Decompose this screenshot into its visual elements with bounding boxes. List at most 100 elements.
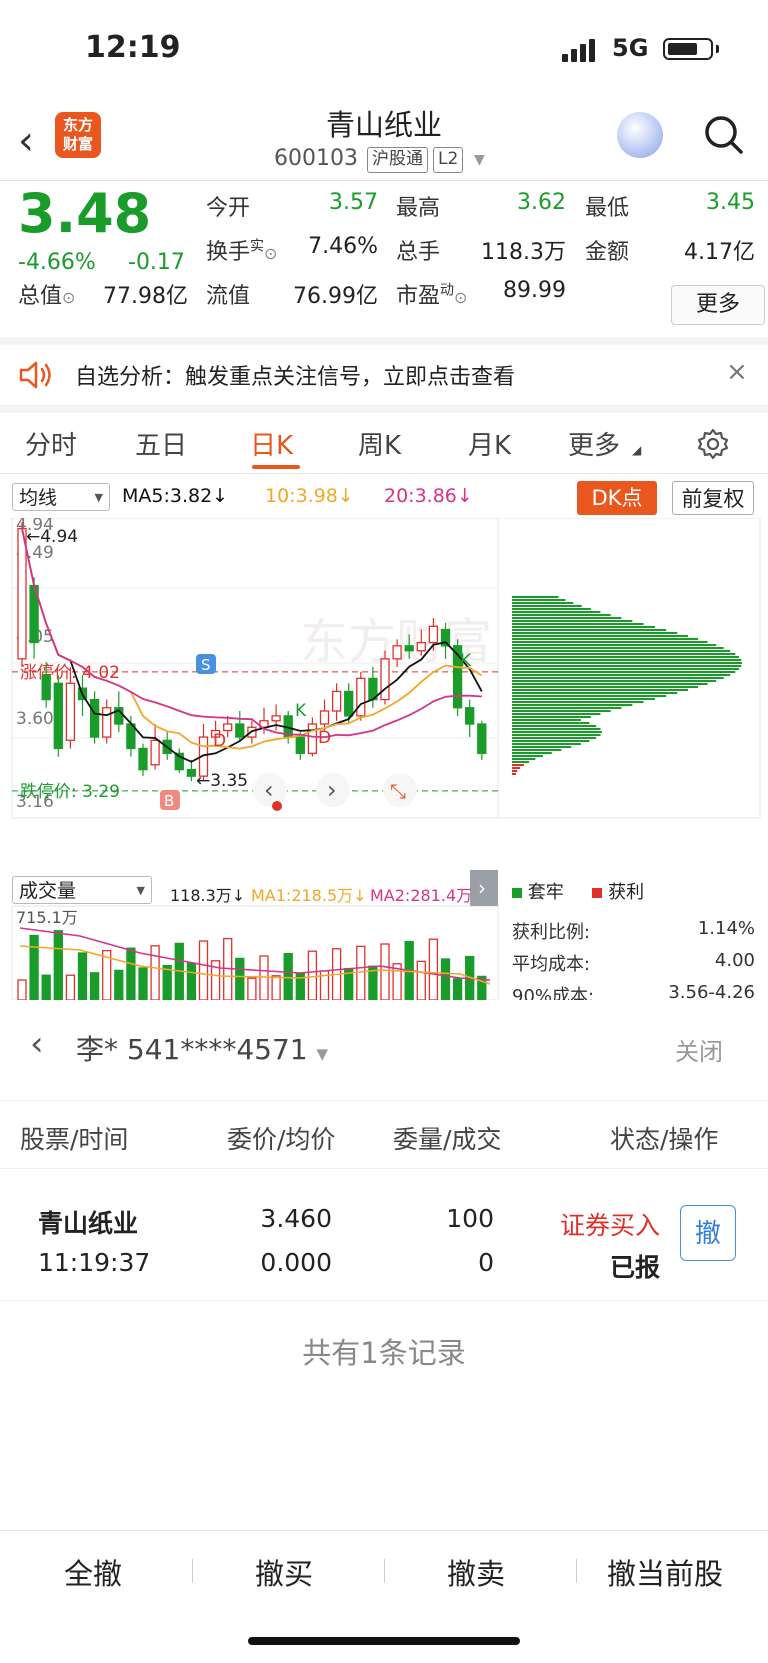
chip-stat-label: 获利比例: — [512, 922, 591, 943]
status-time: 12:19 — [85, 30, 181, 65]
chip-bar — [512, 638, 699, 640]
chart-nav-icon: › — [327, 776, 337, 804]
battery-icon — [663, 38, 713, 60]
cancel-all-button[interactable]: 全撤 — [64, 1551, 122, 1593]
chip-bar — [512, 671, 736, 673]
column-header: 委量/成交 — [393, 1125, 502, 1154]
high-price-label: ←4.94 — [26, 527, 78, 547]
indicator-select[interactable]: 均线 ▼ — [12, 483, 110, 511]
settings-gear-icon[interactable] — [696, 427, 730, 461]
status-bar: 12:19 5G — [0, 0, 768, 100]
order-status: 已报 — [609, 1253, 660, 1282]
cancel-sell-button[interactable]: 撤卖 — [447, 1551, 505, 1593]
stock-header: ‹ 东方 财富 青山纸业 600103 沪股通 L2 ▼ — [0, 100, 768, 181]
stat-value: 118.3万 — [481, 240, 566, 265]
candle-body — [295, 736, 305, 754]
chip-bar — [512, 665, 742, 667]
chip-bar — [512, 719, 581, 721]
chip-bar — [512, 656, 739, 658]
chevron-down-icon[interactable]: ▼ — [474, 152, 485, 168]
chip-stat-value: 4.00 — [714, 950, 755, 971]
more-stats-button[interactable]: 更多 — [671, 285, 765, 325]
column-header: 委价/均价 — [227, 1125, 336, 1154]
chip-bar — [512, 731, 602, 733]
ma5-value: MA5:3.82↓ — [122, 485, 229, 507]
tab-yuek[interactable]: 月K — [468, 425, 511, 462]
account-selector[interactable]: 李* 541****4571 ▼ — [76, 1028, 328, 1068]
chip-bar — [512, 698, 655, 700]
tag-l2: L2 — [433, 147, 464, 173]
chip-bar — [512, 704, 633, 706]
candle-body — [477, 723, 487, 754]
account-label: 李* 541****4571 — [76, 1033, 308, 1066]
limit-down-label: 跌停价: 3.29 — [20, 782, 120, 802]
dk-point-button[interactable]: DK点 — [577, 481, 657, 515]
bottom-action-bar: 全撤 撤买 撤卖 撤当前股 — [0, 1530, 768, 1606]
chip-bar — [512, 617, 622, 619]
divider — [384, 1559, 385, 1583]
k-marker: K — [295, 701, 307, 721]
period-tabs: 分时 五日 日K 周K 月K 更多 ◢ — [0, 413, 768, 474]
chip-bar — [512, 713, 601, 715]
candle-body — [428, 625, 439, 644]
cancel-buy-button[interactable]: 撤买 — [255, 1551, 313, 1593]
account-bar: ‹ 李* 541****4571 ▼ 关闭 — [0, 1000, 768, 1101]
volume-bar — [380, 943, 390, 1000]
analysis-notice[interactable]: 自选分析：触发重点关注信号，立即点击查看 × — [0, 345, 768, 413]
active-tab-underline — [252, 465, 300, 469]
d-marker: D — [213, 731, 226, 751]
tab-rik[interactable]: 日K — [250, 425, 293, 462]
volume-ma1: MA1:218.5万↓ — [251, 886, 367, 905]
back-icon[interactable]: ‹ — [30, 1024, 44, 1064]
order-row[interactable]: 青山纸业 11:19:37 3.460 0.000 100 0 证券买入 已报 … — [0, 1168, 768, 1301]
candle-body — [392, 645, 402, 660]
volume-bar — [307, 950, 318, 1000]
volume-bar — [428, 938, 439, 1000]
chip-legend: 套牢 获利 — [512, 878, 644, 904]
battery-tip — [716, 45, 719, 53]
divider — [576, 1559, 577, 1583]
close-icon[interactable]: × — [726, 357, 748, 387]
close-panel-button[interactable]: 关闭 — [675, 1032, 723, 1067]
stat-label: 最高 — [396, 196, 441, 221]
tab-wuri[interactable]: 五日 — [135, 425, 187, 462]
volume-bar — [65, 974, 76, 1000]
chip-bar — [512, 746, 572, 748]
chip-bar — [512, 608, 591, 610]
chip-bar — [512, 740, 590, 742]
chevron-down-icon: ▼ — [136, 884, 145, 897]
signal-icon — [562, 39, 595, 62]
ma10-value: 10:3.98↓ — [265, 485, 354, 507]
search-icon[interactable] — [703, 114, 745, 156]
assistant-avatar-icon[interactable] — [617, 112, 663, 158]
tab-fenshi[interactable]: 分时 — [25, 425, 77, 462]
legend-swatch — [512, 888, 522, 898]
candle-body — [331, 690, 342, 712]
chip-bar — [512, 758, 536, 760]
tab-more[interactable]: 更多 — [568, 425, 620, 462]
stat-label: 市盈动⊙ — [396, 282, 468, 309]
volume-bar — [17, 979, 27, 1000]
stat-value: 76.99亿 — [293, 284, 378, 309]
volume-bar — [114, 969, 124, 1000]
volume-select[interactable]: 成交量 ▼ — [12, 876, 152, 904]
volume-bar — [247, 977, 257, 1000]
chip-bar — [512, 647, 724, 649]
chart-nav-icon: ‹ — [264, 776, 274, 804]
divider — [192, 1559, 193, 1583]
y-axis-label: 3.60 — [16, 709, 54, 729]
chip-bar — [512, 626, 655, 628]
candle-body — [41, 674, 51, 701]
chip-bar — [512, 653, 736, 655]
chip-bar — [512, 722, 590, 724]
tab-zhouk[interactable]: 周K — [358, 425, 401, 462]
cancel-current-stock-button[interactable]: 撤当前股 — [607, 1551, 723, 1593]
candle-body — [416, 641, 426, 652]
candle-body — [186, 768, 197, 777]
adjust-button[interactable]: 前复权 — [672, 481, 754, 515]
volume-bar — [77, 952, 88, 1000]
chip-bar — [512, 620, 633, 622]
volume-bar — [416, 960, 426, 1000]
chip-bar — [512, 743, 581, 745]
cancel-order-button[interactable]: 撤 — [680, 1205, 736, 1261]
